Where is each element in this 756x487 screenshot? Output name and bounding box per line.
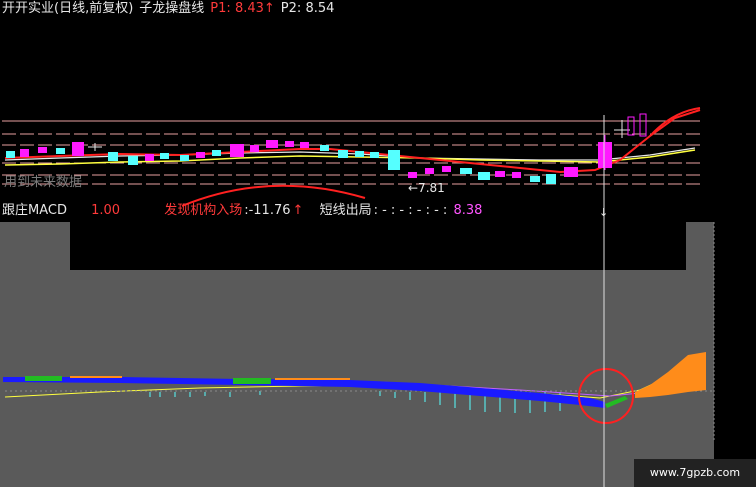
candle-up	[564, 167, 578, 177]
short-exit-label: 短线出局	[319, 203, 372, 218]
candle-up	[300, 142, 309, 148]
candle-down	[530, 176, 540, 182]
candle-down	[212, 150, 221, 156]
candle-down	[128, 156, 138, 165]
candle-up	[512, 172, 521, 178]
candle-up	[266, 140, 278, 148]
candle-up	[196, 152, 205, 158]
indicator-macd-name: 跟庄MACD	[2, 203, 67, 218]
up-arrow-icon: ↑	[292, 203, 304, 218]
candle-down	[180, 155, 189, 161]
candle-down	[355, 151, 364, 157]
candle-up	[20, 149, 29, 157]
candle-down	[478, 172, 490, 180]
short-exit-dots: : - : - : - : - :	[373, 203, 448, 218]
candle-up	[442, 166, 451, 172]
candle-down	[338, 150, 348, 158]
candle-up	[250, 145, 259, 152]
short-exit-value: 8.38	[453, 203, 483, 218]
candle-up	[72, 142, 84, 156]
candle-down	[370, 152, 379, 158]
candle-up	[145, 154, 154, 161]
indicator-header: 跟庄MACD 1.00 发现机构入场:-11.76 ↑ 短线出局: - : - :…	[2, 202, 484, 220]
chart-canvas[interactable]: 用到未来数据 ←7.81 ↓	[0, 0, 756, 487]
institution-entry-label: 发现机构入场	[164, 203, 243, 218]
green-segment	[233, 378, 271, 384]
top-black-block	[70, 222, 686, 270]
candle-down	[108, 152, 118, 161]
candle-down	[320, 145, 329, 151]
watermark: www.7gpzb.com	[634, 459, 756, 487]
candle-down	[546, 174, 556, 184]
candles	[6, 113, 647, 184]
future-data-text: 用到未来数据	[4, 175, 82, 190]
indicator-pane	[0, 222, 756, 487]
candle-up	[408, 172, 417, 178]
indicator-value1: 1.00	[91, 203, 121, 218]
candle-up	[285, 141, 294, 147]
candle-down	[460, 168, 472, 174]
cursor-arrow-icon: ↓	[599, 206, 608, 219]
candle-up	[495, 171, 505, 177]
institution-entry-value: :-11.76	[244, 203, 291, 218]
reference-lines	[2, 120, 700, 185]
low-price-marker: ←7.81	[408, 181, 445, 195]
candle-up	[38, 147, 47, 153]
candle-down	[160, 153, 169, 159]
price-pane: 用到未来数据 ←7.81	[2, 107, 701, 207]
candle-down	[388, 150, 400, 170]
candle-down	[6, 151, 15, 158]
candle-up	[425, 168, 434, 174]
green-segment	[25, 376, 62, 381]
candle-up	[230, 144, 244, 157]
candle-down	[56, 148, 65, 154]
